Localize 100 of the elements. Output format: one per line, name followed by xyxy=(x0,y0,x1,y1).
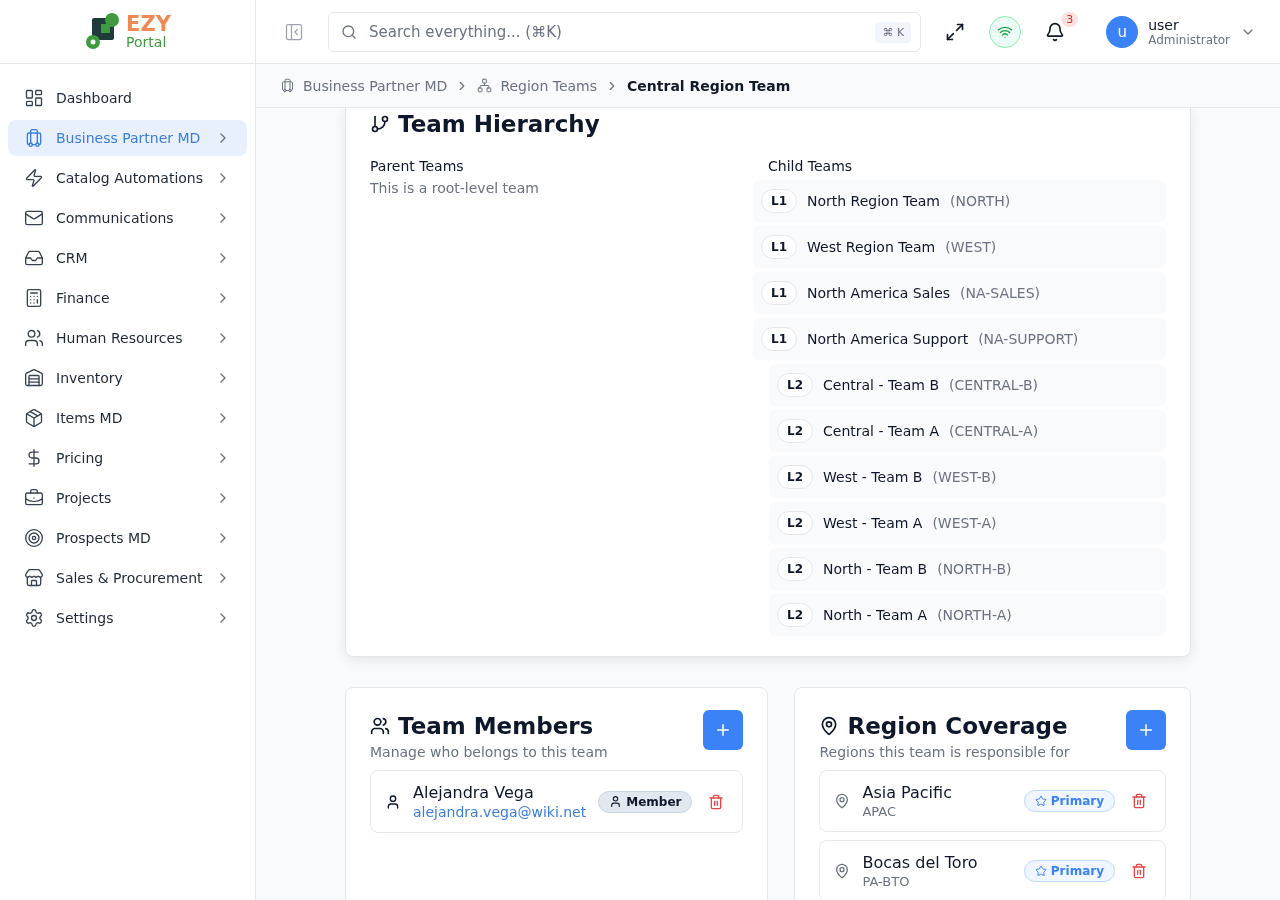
sidebar-item[interactable]: Dashboard xyxy=(8,80,247,116)
network-icon xyxy=(477,78,493,93)
team-code: (NORTH-A) xyxy=(937,607,1012,623)
child-team-row[interactable]: L1 West Region Team (WEST) xyxy=(753,226,1166,268)
team-name: North - Team B xyxy=(823,561,928,577)
level-badge: L2 xyxy=(777,557,813,581)
person-icon xyxy=(385,793,401,810)
briefcase-icon xyxy=(24,488,44,508)
lightning-icon xyxy=(24,168,44,188)
child-team-row[interactable]: L1 North Region Team (NORTH) xyxy=(753,180,1166,222)
map-pin-icon xyxy=(834,863,851,879)
user-role: Administrator xyxy=(1148,32,1230,47)
logo-subtitle: Portal xyxy=(126,35,168,49)
breadcrumb-link[interactable]: Business Partner MD xyxy=(303,77,448,94)
inbox-icon xyxy=(24,248,44,268)
team-code: (WEST) xyxy=(945,239,997,255)
sidebar-item[interactable]: Sales & Procurement xyxy=(8,560,247,596)
team-code: (CENTRAL-B) xyxy=(949,377,1039,393)
level-badge: L1 xyxy=(761,235,797,259)
user-name: user xyxy=(1148,16,1180,33)
team-name: North Region Team xyxy=(807,193,940,209)
card-title: Region Coverage xyxy=(847,713,1068,739)
star-icon xyxy=(1034,795,1047,807)
trash-icon xyxy=(1131,863,1147,879)
dashboard-icon xyxy=(24,88,44,108)
breadcrumb-link[interactable]: Central Region Team xyxy=(627,77,791,94)
user-avatar[interactable]: u xyxy=(1106,15,1139,48)
box-icon xyxy=(24,408,44,428)
region-name: Bocas del Toro xyxy=(862,853,979,872)
sidebar-item[interactable]: CRM xyxy=(8,240,247,276)
trash-icon xyxy=(708,793,725,810)
child-team-row[interactable]: L2 North - Team A (NORTH-A) xyxy=(769,594,1166,636)
empty-text: This is a root-level team xyxy=(370,180,540,196)
sidebar-item[interactable]: Human Resources xyxy=(8,320,247,356)
region-name: Asia Pacific xyxy=(862,783,953,802)
child-team-row[interactable]: L2 North - Team B (NORTH-B) xyxy=(769,548,1166,590)
trash-icon xyxy=(1131,793,1147,809)
sidebar-item[interactable]: Projects xyxy=(8,480,247,516)
role-badge: Member xyxy=(598,790,693,813)
team-name: West - Team A xyxy=(823,515,923,531)
team-name: West - Team B xyxy=(823,469,923,485)
sidebar-item[interactable]: Inventory xyxy=(8,360,247,396)
team-name: Central - Team A xyxy=(823,423,939,439)
add-button[interactable] xyxy=(1126,710,1166,750)
add-button[interactable] xyxy=(703,710,744,750)
settings-icon xyxy=(24,608,44,628)
card-title: Team Hierarchy xyxy=(398,111,600,137)
child-team-row[interactable]: L2 West - Team A (WEST-A) xyxy=(769,502,1166,544)
notification-count: 3 xyxy=(1061,11,1079,27)
team-name: West Region Team xyxy=(807,239,936,255)
luggage-icon xyxy=(280,78,295,93)
store-icon xyxy=(24,568,44,588)
child-team-row[interactable]: L2 West - Team B (WEST-B) xyxy=(769,456,1166,498)
team-code: (WEST-B) xyxy=(932,469,997,485)
sidebar-item[interactable]: Business Partner MD xyxy=(8,120,247,156)
team-code: (NORTH-B) xyxy=(937,561,1012,577)
warehouse-icon xyxy=(24,368,44,388)
level-badge: L2 xyxy=(777,603,813,627)
team-code: (WEST-A) xyxy=(932,515,997,531)
child-team-row[interactable]: L2 Central - Team B (CENTRAL-B) xyxy=(769,364,1166,406)
sidebar-item[interactable]: Communications xyxy=(8,200,247,236)
email-link[interactable]: alejandra.vega@wiki.net xyxy=(413,804,587,820)
team-code: (NA-SUPPORT) xyxy=(978,331,1079,347)
region-code: APAC xyxy=(862,804,898,819)
sidebar-item[interactable]: Settings xyxy=(8,600,247,636)
primary-badge: Primary xyxy=(1023,860,1115,882)
level-badge: L2 xyxy=(777,465,813,489)
team-code: (NORTH) xyxy=(950,193,1011,209)
person-icon xyxy=(609,795,623,808)
level-badge: L2 xyxy=(777,511,813,535)
team-name: North - Team A xyxy=(823,607,928,623)
expand-icon xyxy=(945,21,966,42)
breadcrumb-link[interactable]: Region Teams xyxy=(500,77,598,94)
sidebar-item[interactable]: Prospects MD xyxy=(8,520,247,556)
card-subtitle: Regions this team is responsible for xyxy=(819,744,1070,760)
level-badge: L1 xyxy=(761,281,797,305)
sidebar-item[interactable]: Pricing xyxy=(8,440,247,476)
level-badge: L1 xyxy=(761,327,797,351)
level-badge: L2 xyxy=(777,373,813,397)
team-code: (CENTRAL-A) xyxy=(948,423,1039,439)
level-badge: L2 xyxy=(777,419,813,443)
connection-status-button[interactable] xyxy=(989,15,1022,48)
people-icon xyxy=(370,716,390,736)
column-heading: Parent Teams xyxy=(370,158,465,174)
calculator-icon xyxy=(24,288,44,308)
child-team-row[interactable]: L1 North America Sales (NA-SALES) xyxy=(753,272,1166,314)
column-heading: Child Teams xyxy=(768,158,854,174)
sidebar-item[interactable]: Finance xyxy=(8,280,247,316)
sidebar-item[interactable]: Items MD xyxy=(8,400,247,436)
child-team-row[interactable]: L1 North America Support (NA-SUPPORT) xyxy=(753,318,1166,360)
level-badge: L1 xyxy=(761,189,797,213)
child-team-row[interactable]: L2 Central - Team A (CENTRAL-A) xyxy=(769,410,1166,452)
star-icon xyxy=(1034,865,1047,877)
target-icon xyxy=(24,528,44,548)
people-icon xyxy=(24,328,44,348)
card-subtitle: Manage who belongs to this team xyxy=(370,744,608,760)
logo-title: EZY xyxy=(126,14,171,35)
sidebar-item[interactable]: Catalog Automations xyxy=(8,160,247,196)
card-title: Team Members xyxy=(398,713,594,739)
team-name: Central - Team B xyxy=(823,377,939,393)
